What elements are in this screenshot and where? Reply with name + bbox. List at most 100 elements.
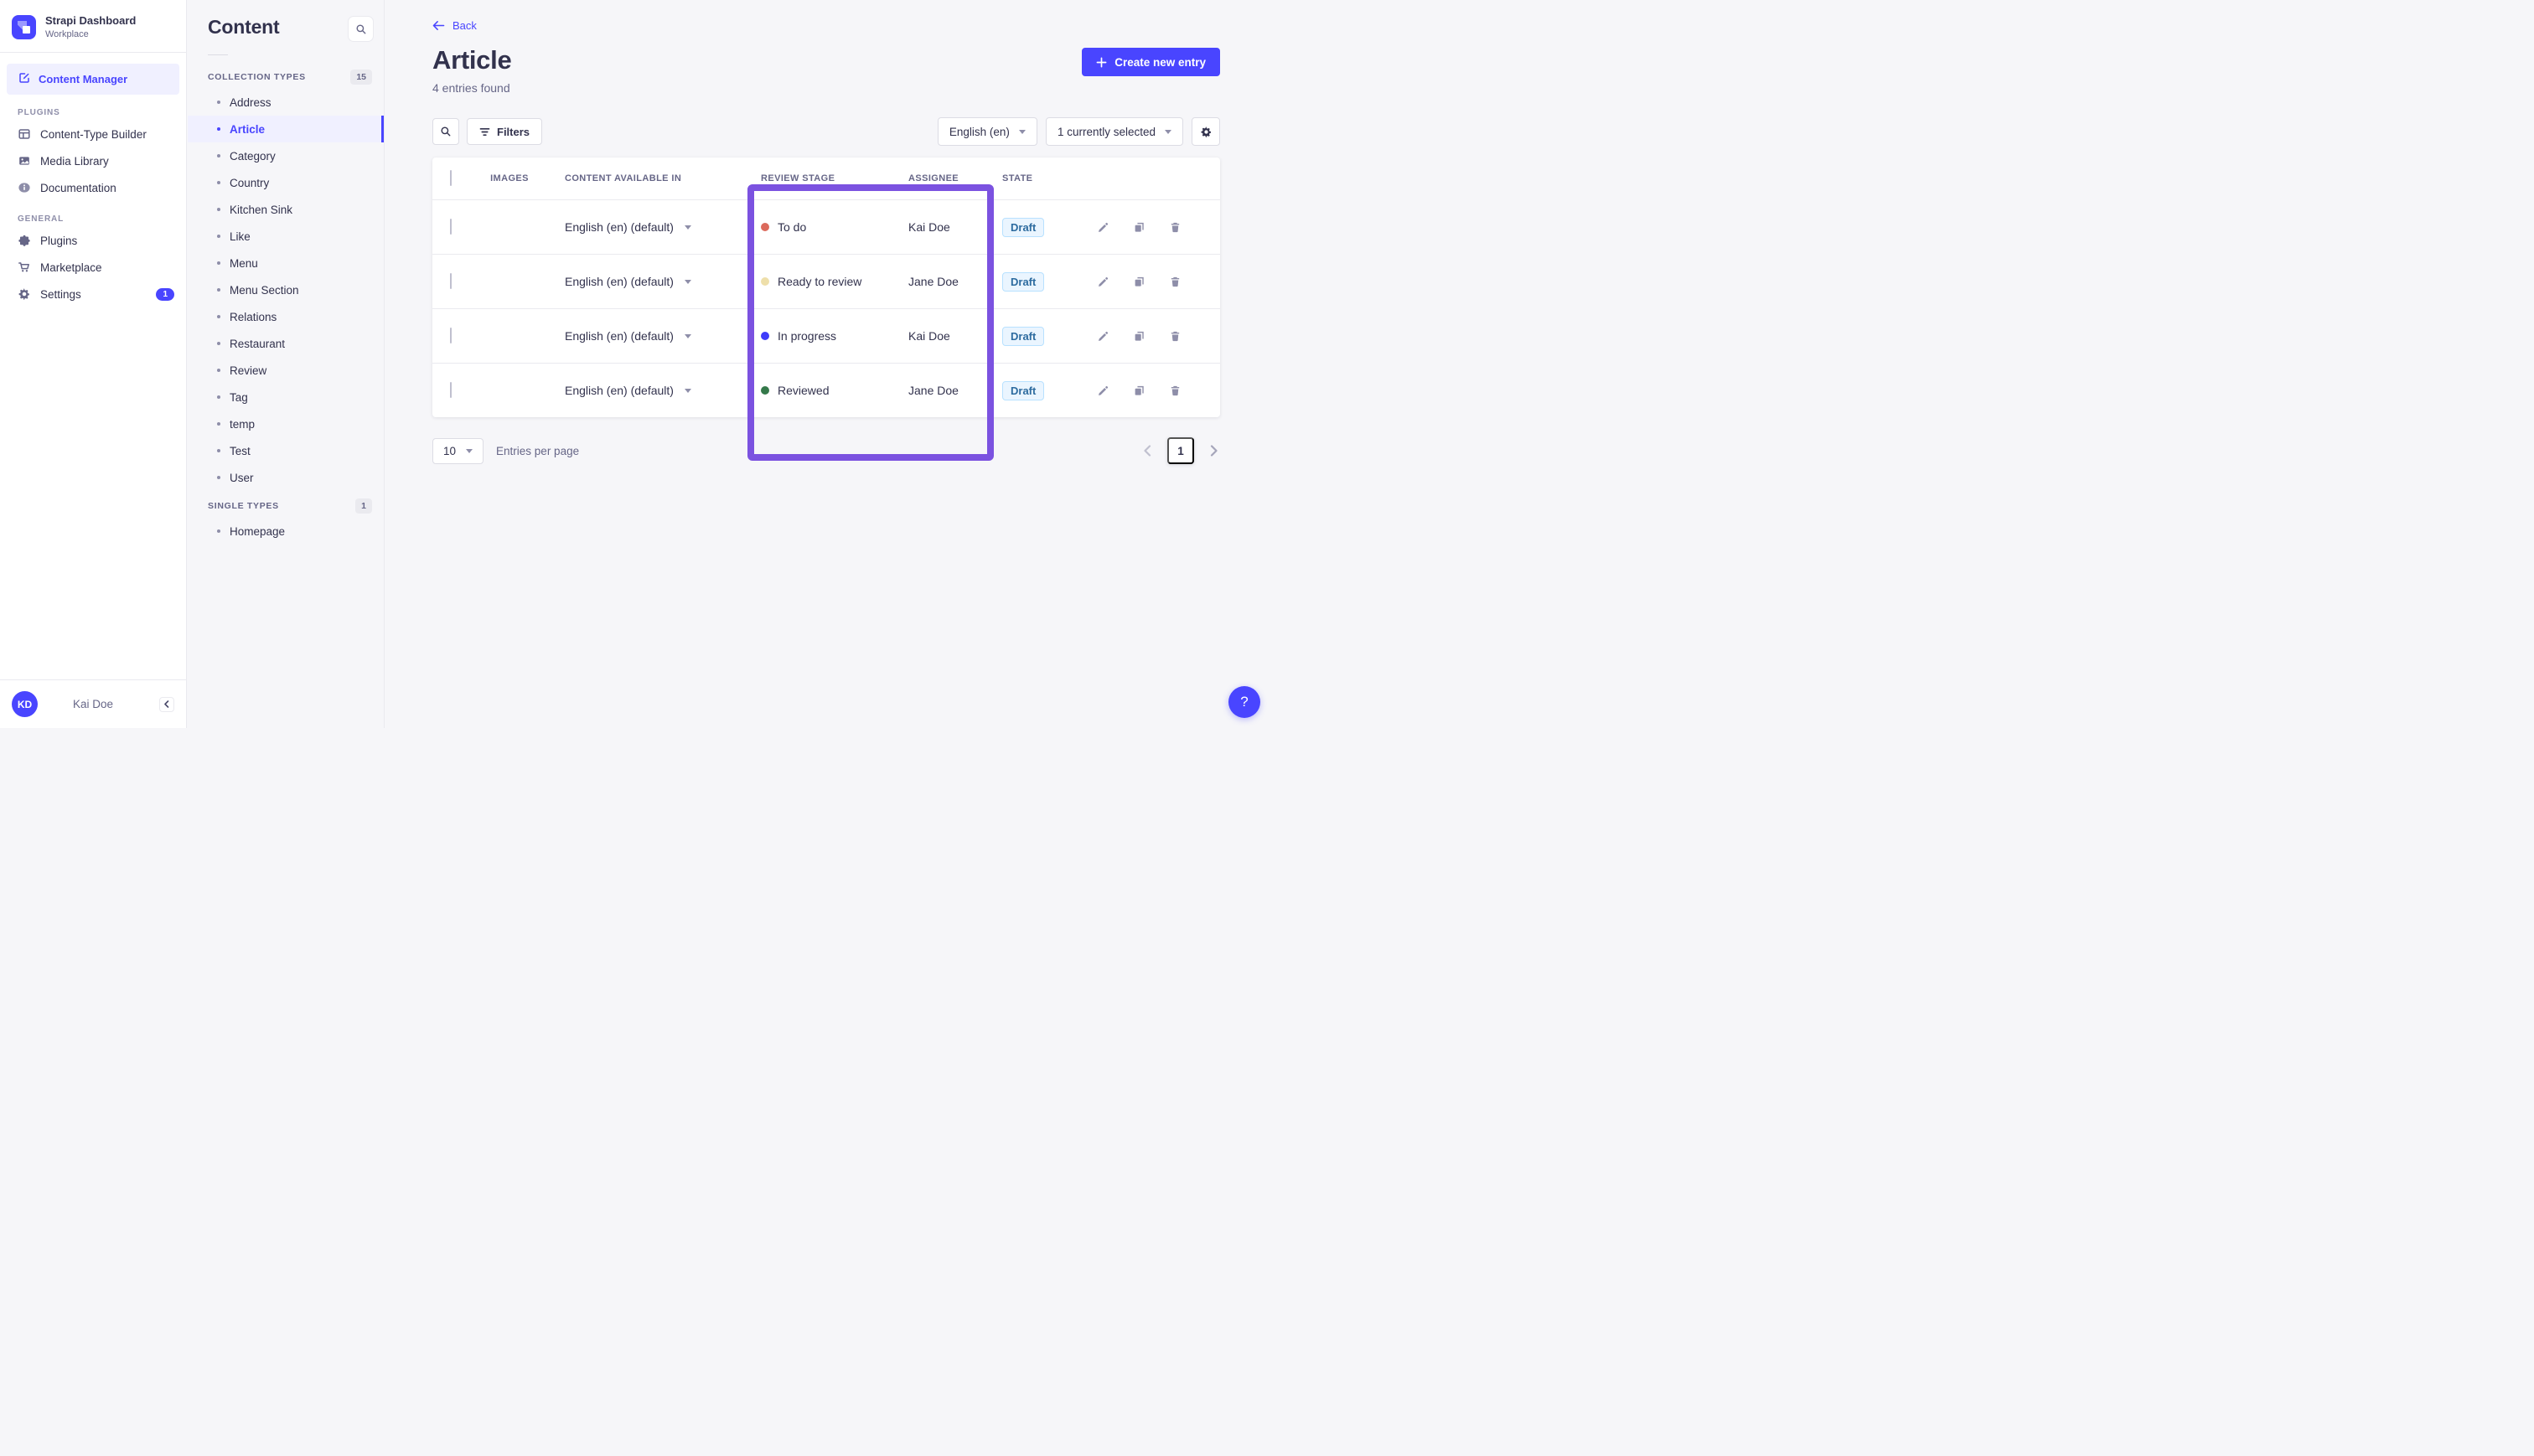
delete-button[interactable] xyxy=(1167,383,1183,399)
chevron-left-icon xyxy=(163,700,170,708)
sidebar-item-plugins[interactable]: Plugins xyxy=(0,227,186,254)
collection-item-menu[interactable]: Menu xyxy=(188,250,384,276)
filters-button[interactable]: Filters xyxy=(467,118,542,145)
collapse-sidebar-button[interactable] xyxy=(159,697,174,712)
collection-item-review[interactable]: Review xyxy=(188,357,384,384)
collection-item-category[interactable]: Category xyxy=(188,142,384,169)
copy-icon xyxy=(1133,221,1145,234)
copy-icon xyxy=(1133,276,1145,288)
chevron-down-icon xyxy=(1019,130,1026,134)
workspace-switcher[interactable]: Strapi Dashboard Workplace xyxy=(0,0,186,52)
delete-button[interactable] xyxy=(1167,328,1183,344)
assignee-cell: Kai Doe xyxy=(908,220,1002,234)
sidebar-item-media-library[interactable]: Media Library xyxy=(0,147,186,174)
row-checkbox[interactable] xyxy=(450,219,452,235)
nav-section-general: GENERAL xyxy=(0,201,186,227)
filter-icon xyxy=(479,127,490,137)
view-settings-button[interactable] xyxy=(1192,117,1220,146)
row-checkbox[interactable] xyxy=(450,328,452,343)
search-button[interactable] xyxy=(432,118,459,145)
subnav-search-button[interactable] xyxy=(348,16,374,42)
duplicate-button[interactable] xyxy=(1131,274,1147,290)
chevron-left-icon xyxy=(1143,445,1151,457)
assignee-cell: Jane Doe xyxy=(908,384,1002,397)
chevron-down-icon xyxy=(685,225,691,230)
sidebar-item-content-type-builder[interactable]: Content-Type Builder xyxy=(0,121,186,147)
locale-cell-dropdown[interactable]: English (en) (default) xyxy=(548,329,758,343)
table-row[interactable]: English (en) (default) To do Kai Doe Dra… xyxy=(432,199,1220,254)
previous-page-button[interactable] xyxy=(1141,443,1153,458)
arrow-left-icon xyxy=(432,20,445,31)
edit-button[interactable] xyxy=(1095,328,1111,344)
help-button[interactable]: ? xyxy=(1228,686,1260,718)
copy-icon xyxy=(1133,385,1145,397)
chevron-right-icon xyxy=(1210,445,1218,457)
content-subnav: Content COLLECTION TYPES 15 Address Arti… xyxy=(188,0,385,728)
sidebar-item-documentation[interactable]: Documentation xyxy=(0,174,186,201)
delete-button[interactable] xyxy=(1167,274,1183,290)
table-row[interactable]: English (en) (default) In progress Kai D… xyxy=(432,308,1220,363)
collection-item-test[interactable]: Test xyxy=(188,437,384,464)
edit-button[interactable] xyxy=(1095,219,1111,235)
duplicate-button[interactable] xyxy=(1131,383,1147,399)
locale-cell-dropdown[interactable]: English (en) (default) xyxy=(548,275,758,288)
edit-button[interactable] xyxy=(1095,383,1111,399)
create-new-entry-button[interactable]: Create new entry xyxy=(1082,48,1220,76)
sidebar-item-label: Plugins xyxy=(40,235,77,247)
chevron-down-icon xyxy=(466,449,473,453)
subnav-divider xyxy=(208,54,228,55)
sidebar-item-settings[interactable]: Settings 1 xyxy=(0,281,186,307)
collection-item-kitchen-sink[interactable]: Kitchen Sink xyxy=(188,196,384,223)
duplicate-button[interactable] xyxy=(1131,219,1147,235)
trash-icon xyxy=(1169,276,1182,288)
single-item-homepage[interactable]: Homepage xyxy=(188,518,384,545)
collection-item-user[interactable]: User xyxy=(188,464,384,491)
main-sidebar: Strapi Dashboard Workplace Content Manag… xyxy=(0,0,187,728)
delete-button[interactable] xyxy=(1167,219,1183,235)
table-row[interactable]: English (en) (default) Reviewed Jane Doe… xyxy=(432,363,1220,417)
collection-item-article[interactable]: Article xyxy=(188,116,384,142)
select-all-checkbox[interactable] xyxy=(450,170,452,186)
main-content: Back Article 4 entries found Create new … xyxy=(385,0,1267,728)
column-header-images: IMAGES xyxy=(471,173,548,183)
table-row[interactable]: English (en) (default) Ready to review J… xyxy=(432,254,1220,308)
page-title: Article xyxy=(432,45,511,75)
entries-per-page-label: Entries per page xyxy=(496,445,579,457)
page-size-select[interactable]: 10 xyxy=(432,438,484,464)
edit-button[interactable] xyxy=(1095,274,1111,290)
chevron-down-icon xyxy=(685,334,691,338)
row-checkbox[interactable] xyxy=(450,273,452,289)
duplicate-button[interactable] xyxy=(1131,328,1147,344)
collection-item-tag[interactable]: Tag xyxy=(188,384,384,410)
chevron-down-icon xyxy=(685,389,691,393)
nav-divider xyxy=(0,52,186,53)
avatar[interactable]: KD xyxy=(12,691,38,717)
next-page-button[interactable] xyxy=(1208,443,1220,458)
sidebar-item-content-manager[interactable]: Content Manager xyxy=(7,64,179,95)
back-link[interactable]: Back xyxy=(432,19,477,32)
nav-section-plugins: PLUGINS xyxy=(0,95,186,121)
sidebar-item-label: Documentation xyxy=(40,182,116,194)
gear-icon xyxy=(1200,126,1213,138)
locale-cell-dropdown[interactable]: English (en) (default) xyxy=(548,384,758,397)
collection-item-country[interactable]: Country xyxy=(188,169,384,196)
collection-item-temp[interactable]: temp xyxy=(188,410,384,437)
collection-item-restaurant[interactable]: Restaurant xyxy=(188,330,384,357)
locale-select[interactable]: English (en) xyxy=(938,117,1037,146)
fields-select[interactable]: 1 currently selected xyxy=(1046,117,1183,146)
plus-icon xyxy=(1096,57,1107,68)
user-name: Kai Doe xyxy=(73,698,113,710)
sidebar-item-marketplace[interactable]: Marketplace xyxy=(0,254,186,281)
stage-dot-icon xyxy=(761,277,769,286)
cart-icon xyxy=(18,261,31,274)
collection-item-like[interactable]: Like xyxy=(188,223,384,250)
row-checkbox[interactable] xyxy=(450,382,452,398)
collection-item-menu-section[interactable]: Menu Section xyxy=(188,276,384,303)
sidebar-item-label: Settings xyxy=(40,288,81,301)
collection-item-relations[interactable]: Relations xyxy=(188,303,384,330)
subnav-title: Content xyxy=(208,16,279,39)
locale-cell-dropdown[interactable]: English (en) (default) xyxy=(548,220,758,234)
collection-item-address[interactable]: Address xyxy=(188,89,384,116)
picture-icon xyxy=(18,154,31,168)
page-number-button[interactable]: 1 xyxy=(1167,437,1194,464)
